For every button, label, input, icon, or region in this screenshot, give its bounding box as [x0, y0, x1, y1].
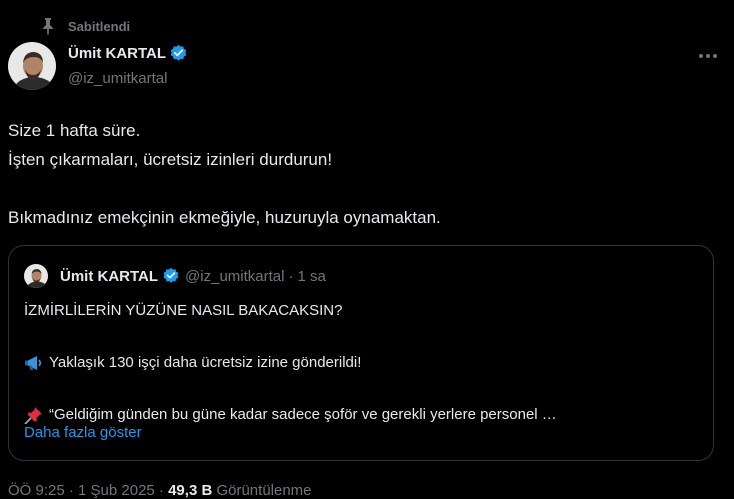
quoted-tweet-card[interactable]: Ümit KARTAL @iz_umitkartal · 1 sa İZMİRL…: [8, 245, 714, 461]
quoted-line: Yaklaşık 130 işçi daha ücretsiz izine gö…: [49, 354, 362, 371]
quoted-line: İZMİRLİLERİN YÜZÜNE NASIL BAKACAKSIN?: [24, 302, 343, 319]
quoted-avatar[interactable]: [24, 264, 48, 288]
tweet-line: İşten çıkarmaları, ücretsiz izinleri dur…: [8, 150, 333, 169]
pin-icon: [40, 17, 56, 35]
quoted-timestamp[interactable]: 1 sa: [297, 268, 325, 285]
quoted-tweet-text: İZMİRLİLERİN YÜZÜNE NASIL BAKACAKSIN? Ya…: [24, 298, 704, 428]
avatar[interactable]: [8, 42, 56, 90]
quoted-author-handle: @iz_umitkartal: [185, 267, 285, 285]
tweet-line: Size 1 hafta süre.: [8, 121, 141, 140]
verified-badge-icon: [169, 44, 188, 63]
verified-badge-icon: [162, 267, 180, 285]
author-name[interactable]: Ümit KARTAL: [68, 45, 166, 62]
author-handle[interactable]: @iz_umitkartal: [68, 70, 167, 87]
tweet-line: Bıkmadınız emekçinin ekmeğiyle, huzuruyl…: [8, 208, 441, 227]
separator-dot: ·: [288, 267, 294, 285]
pinned-label: Sabitlendi: [68, 18, 131, 34]
quoted-author-name: Ümit KARTAL: [60, 267, 159, 285]
pinned-indicator: Sabitlendi: [40, 16, 130, 36]
views-label: Görüntülenme: [212, 482, 312, 499]
tweet-timestamp[interactable]: ÖÖ 9:25 · 1 Şub 2025 ·: [8, 482, 168, 499]
megaphone-icon: [24, 354, 44, 372]
more-options-icon[interactable]: [698, 46, 718, 66]
tweet-line: [8, 174, 718, 203]
tweet-meta: ÖÖ 9:25 · 1 Şub 2025 · 49,3 B Görüntülen…: [8, 482, 312, 499]
show-more-link[interactable]: Daha fazla göster: [24, 422, 142, 444]
views-count: 49,3 B: [168, 482, 213, 499]
tweet-text: Size 1 hafta süre. İşten çıkarmaları, üc…: [8, 116, 718, 232]
